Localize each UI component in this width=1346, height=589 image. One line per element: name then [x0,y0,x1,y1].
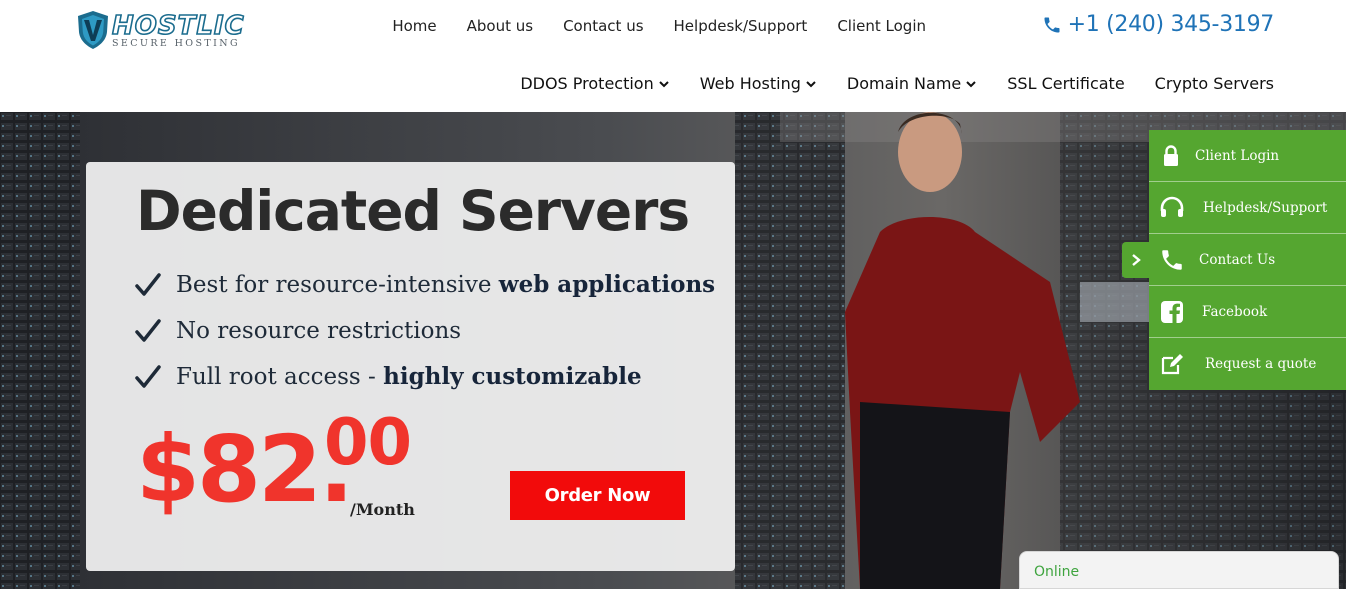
side-item-label: Client Login [1195,147,1280,164]
price-amount: $82. [136,416,354,523]
side-item-facebook[interactable]: Facebook [1149,286,1346,338]
mainnav-crypto-servers[interactable]: Crypto Servers [1155,73,1274,95]
top-navigation: Home About us Contact us Helpdesk/Suppor… [362,16,926,36]
shield-logo-icon [78,11,108,49]
topnav-helpdesk[interactable]: Helpdesk/Support [674,16,808,36]
site-header: HOSTLIC SECURE HOSTING Home About us Con… [0,0,1346,112]
checkmark-icon [135,273,161,296]
brand-name: HOSTLIC [111,11,245,41]
chevron-right-icon [1132,254,1141,266]
hero-title: Dedicated Servers [136,179,690,243]
price-display: $82. 00 [136,408,412,520]
mainnav-ssl-certificate[interactable]: SSL Certificate [1007,73,1124,95]
side-item-label: Helpdesk/Support [1203,199,1328,216]
topnav-contact[interactable]: Contact us [563,16,643,36]
feature-item: Best for resource-intensive web applicat… [134,270,715,300]
mainnav-ddos-protection[interactable]: DDOS Protection [520,73,669,95]
side-item-helpdesk[interactable]: Helpdesk/Support [1149,182,1346,234]
promo-panel: Dedicated Servers Best for resource-inte… [86,162,735,571]
side-item-contact-us[interactable]: Contact Us [1149,234,1346,286]
price-cents: 00 [324,406,412,480]
mainnav-label: SSL Certificate [1007,74,1125,93]
facebook-icon [1161,300,1183,323]
chevron-down-icon [659,81,669,88]
phone-number: +1 (240) 345-3197 [1067,12,1275,37]
quick-links-panel: Client Login Helpdesk/Support Contact Us… [1149,130,1346,390]
chevron-down-icon [966,81,976,88]
feature-item: Full root access - highly customizable [134,362,642,392]
price-period: /Month [350,500,415,519]
mainnav-label: DDOS Protection [520,74,654,93]
checkmark-icon [135,365,161,388]
live-chat-widget[interactable]: Online [1019,551,1339,589]
chevron-down-icon [806,81,816,88]
phone-icon [1044,17,1060,33]
lock-icon [1164,144,1178,166]
mainnav-label: Domain Name [846,74,962,93]
feature-text: Full root access - highly customizable [176,363,642,390]
phone-icon [1162,249,1182,270]
mainnav-label: Crypto Servers [1154,74,1274,93]
chat-status: Online [1034,564,1080,580]
topnav-home[interactable]: Home [392,16,436,36]
order-now-button[interactable]: Order Now [510,471,685,520]
feature-item: No resource restrictions [134,316,461,346]
topnav-about[interactable]: About us [467,16,533,36]
edit-icon [1161,354,1183,375]
side-item-client-login[interactable]: Client Login [1149,130,1346,182]
mainnav-label: Web Hosting [699,74,801,93]
main-navigation: DDOS Protection Web Hosting Domain Name … [490,73,1274,95]
brand-tagline: SECURE HOSTING [112,38,240,49]
side-item-label: Request a quote [1205,356,1317,372]
checkmark-icon [135,319,161,342]
mainnav-domain-name[interactable]: Domain Name [847,73,977,95]
topnav-client-login[interactable]: Client Login [837,16,926,36]
headset-icon [1160,196,1184,217]
hero-banner: Dedicated Servers Best for resource-inte… [0,112,1346,589]
feature-text: No resource restrictions [176,318,462,344]
side-item-label: Contact Us [1199,251,1276,268]
mainnav-web-hosting[interactable]: Web Hosting [700,73,817,95]
side-item-label: Facebook [1202,303,1268,320]
feature-text: Best for resource-intensive web applicat… [176,271,716,298]
side-panel-toggle[interactable] [1122,242,1150,278]
brand-logo[interactable]: HOSTLIC SECURE HOSTING [76,10,266,52]
phone-link[interactable]: +1 (240) 345-3197 [1042,11,1274,39]
side-item-request-quote[interactable]: Request a quote [1149,338,1346,390]
